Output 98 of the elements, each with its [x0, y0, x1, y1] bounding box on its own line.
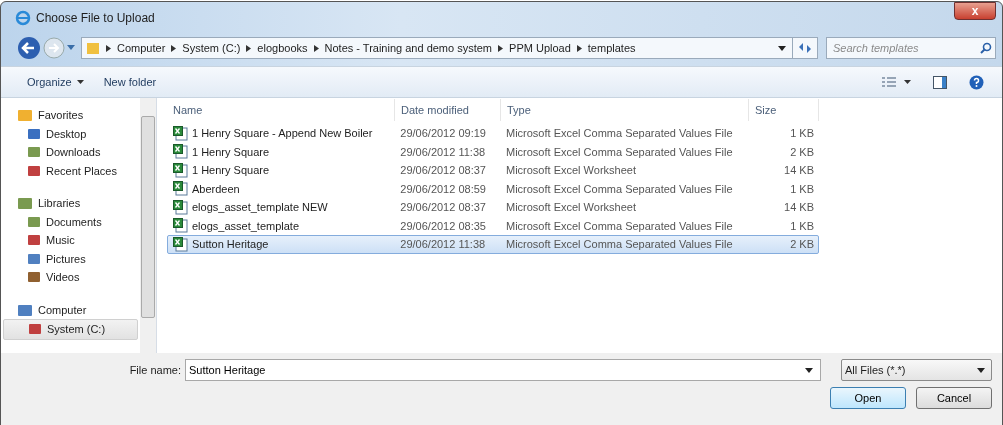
sidebar-item[interactable]: Pictures	[3, 249, 138, 268]
item-icon	[27, 214, 41, 229]
date-cell-text: 29/06/2012 11:38	[399, 145, 487, 158]
spreadsheet-icon	[173, 162, 188, 178]
spreadsheet-icon	[173, 218, 188, 234]
dropdown-icon	[805, 368, 813, 373]
column-header[interactable]: Name	[167, 99, 395, 121]
cancel-button[interactable]: Cancel	[916, 387, 992, 409]
file-row[interactable]: Sutton Heritage 29/06/2012 11:38 Microsoft Excel Comma Separated Values File 2 KB	[167, 235, 819, 254]
caret-icon[interactable]	[904, 80, 911, 84]
file-name: Sutton Heritage	[192, 238, 269, 251]
search-field[interactable]: Search templates	[826, 37, 996, 59]
spreadsheet-icon	[173, 181, 188, 197]
sidebar-group[interactable]: Libraries	[3, 194, 140, 213]
dropdown-icon	[977, 367, 985, 373]
item-icon	[27, 126, 41, 141]
spreadsheet-icon	[173, 199, 188, 215]
dropdown-icon[interactable]	[778, 45, 786, 51]
column-header[interactable]: Type	[501, 99, 749, 121]
type-cell-text: Microsoft Excel Comma Separated Values File	[504, 238, 734, 251]
date-cell-text: 29/06/2012 09:19	[399, 127, 487, 140]
chevron-icon	[171, 44, 177, 52]
sidebar-item[interactable]: Desktop	[3, 124, 138, 143]
sidebar-item[interactable]: System (C:)	[3, 319, 138, 340]
sidebar-group[interactable]: Favorites	[3, 106, 140, 125]
breadcrumb-item[interactable]: Computer	[117, 42, 166, 54]
file-name-field[interactable]: Sutton Heritage	[185, 359, 821, 381]
address-bar[interactable]: Computer System (C:) elogbooks Notes - Training and demo system PPM Upload templates	[81, 37, 818, 59]
file-name: 1 Henry Square - Append New Boiler	[192, 127, 373, 140]
new-folder-button[interactable]: New folder	[97, 73, 163, 91]
item-icon	[27, 270, 41, 285]
date-cell-text: 29/06/2012 08:35	[399, 219, 487, 232]
size-cell-text: 2 KB	[789, 145, 815, 158]
file-name: elogs_asset_template NEW	[192, 201, 328, 214]
item-icon	[27, 233, 41, 248]
size-cell-text: 14 KB	[783, 201, 815, 214]
date-cell-text: 29/06/2012 08:37	[399, 164, 487, 177]
organize-button[interactable]: Organize	[21, 73, 90, 91]
item-icon	[27, 163, 41, 178]
sidebar-item[interactable]: Music	[3, 231, 138, 250]
type-cell-text: Microsoft Excel Worksheet	[504, 164, 637, 177]
type-cell-text: Microsoft Excel Worksheet	[504, 201, 637, 214]
date-cell-text: 29/06/2012 08:59	[399, 182, 487, 195]
spreadsheet-icon	[173, 125, 188, 141]
chevron-icon	[313, 44, 319, 52]
file-name: 1 Henry Square	[192, 164, 270, 177]
sidebar-item[interactable]: Downloads	[3, 143, 138, 162]
size-cell-text: 14 KB	[783, 164, 815, 177]
breadcrumb-item[interactable]: Notes - Training and demo system	[324, 42, 493, 54]
file-row[interactable]: 1 Henry Square 29/06/2012 08:37 Microsoft Excel Worksheet 14 KB	[167, 161, 819, 180]
scrollbar[interactable]	[140, 98, 156, 353]
chevron-icon	[106, 44, 111, 52]
sidebar-item[interactable]: Recent Places	[3, 161, 138, 180]
file-row[interactable]: 1 Henry Square 29/06/2012 11:38 Microsoft Excel Comma Separated Values File 2 KB	[167, 142, 819, 161]
date-cell-text: 29/06/2012 08:37	[399, 201, 487, 214]
item-icon	[28, 322, 42, 337]
window-title: Choose File to Upload	[36, 11, 155, 25]
size-cell-text: 1 KB	[789, 219, 815, 232]
size-cell-text: 1 KB	[789, 127, 815, 140]
file-row[interactable]: elogs_asset_template 29/06/2012 08:35 Microsoft Excel Comma Separated Values File 1 KB	[167, 216, 819, 235]
file-row[interactable]: Aberdeen 29/06/2012 08:59 Microsoft Excel Comma Separated Values File 1 KB	[167, 179, 819, 198]
file-name: Aberdeen	[192, 182, 240, 195]
type-cell-text: Microsoft Excel Comma Separated Values File	[504, 127, 734, 140]
help-icon[interactable]	[969, 74, 984, 90]
back-icon[interactable]	[17, 36, 41, 60]
type-cell-text: Microsoft Excel Comma Separated Values File	[504, 145, 734, 158]
item-icon	[27, 145, 41, 160]
caret-icon	[76, 80, 84, 84]
spreadsheet-icon	[173, 236, 188, 252]
item-icon	[27, 251, 41, 266]
breadcrumb-item[interactable]: PPM Upload	[509, 42, 571, 54]
chevron-icon	[498, 44, 504, 52]
breadcrumb-item[interactable]: templates	[587, 42, 636, 54]
breadcrumb-item[interactable]: elogbooks	[257, 42, 308, 54]
size-cell-text: 2 KB	[789, 238, 815, 251]
sidebar-group[interactable]: Computer	[3, 300, 140, 319]
chevron-icon	[576, 44, 582, 52]
size-cell-text: 1 KB	[789, 182, 815, 195]
sidebar-item[interactable]: Videos	[3, 268, 138, 287]
column-header[interactable]: Size	[749, 99, 819, 121]
file-row[interactable]: 1 Henry Square - Append New Boiler 29/06/2012 09:19 Microsoft Excel Comma Separated Values File 1 KB	[167, 124, 819, 143]
file-name-label: File name:	[128, 364, 181, 376]
column-header[interactable]: Date modified	[395, 99, 501, 121]
sidebar-item[interactable]: Documents	[3, 212, 138, 231]
breadcrumb-item[interactable]: System (C:)	[182, 42, 241, 54]
chevron-icon	[246, 44, 252, 52]
type-cell-text: Microsoft Excel Comma Separated Values File	[504, 219, 734, 232]
browser-icon	[15, 10, 31, 26]
spreadsheet-icon	[173, 144, 188, 160]
file-name: elogs_asset_template	[192, 219, 299, 232]
open-button[interactable]: Open	[830, 387, 906, 409]
date-cell-text: 29/06/2012 11:38	[399, 238, 487, 251]
search-icon	[980, 42, 992, 54]
preview-pane-icon[interactable]	[933, 75, 947, 89]
file-row[interactable]: elogs_asset_template NEW 29/06/2012 08:37 Microsoft Excel Worksheet 14 KB	[167, 198, 819, 217]
type-cell-text: Microsoft Excel Comma Separated Values File	[504, 182, 734, 195]
file-type-dropdown[interactable]: All Files (*.*)	[841, 359, 992, 381]
file-name: 1 Henry Square	[192, 145, 270, 158]
